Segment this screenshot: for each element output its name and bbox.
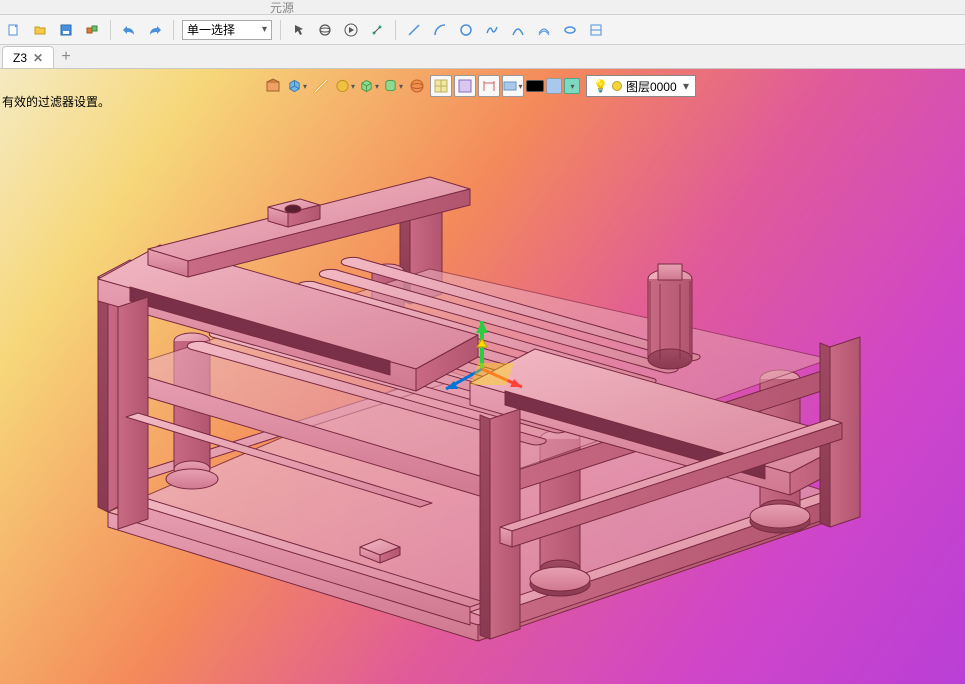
selection-mode-label: 单一选择	[187, 21, 235, 38]
separator	[395, 20, 396, 40]
file-open-icon[interactable]	[30, 20, 50, 40]
selection-mode-combo[interactable]: 单一选择	[182, 20, 272, 40]
menubar-fragment: 元源	[0, 0, 965, 15]
assembly-icon[interactable]	[82, 20, 102, 40]
model-render	[0, 69, 965, 684]
tab-label: Z3	[13, 51, 27, 65]
document-tab[interactable]: Z3 ✕	[2, 46, 54, 68]
offset-icon[interactable]	[534, 20, 554, 40]
snap-icon[interactable]	[367, 20, 387, 40]
arc-icon[interactable]	[430, 20, 450, 40]
close-icon[interactable]: ✕	[33, 51, 43, 65]
orbit-icon[interactable]	[315, 20, 335, 40]
document-tabbar: Z3 ✕ +	[0, 45, 965, 69]
undo-icon[interactable]	[119, 20, 139, 40]
separator	[110, 20, 111, 40]
sketch-icon[interactable]	[586, 20, 606, 40]
separator	[173, 20, 174, 40]
ellipse-icon[interactable]	[560, 20, 580, 40]
line-icon[interactable]	[404, 20, 424, 40]
add-tab-button[interactable]: +	[54, 48, 78, 68]
circle-icon[interactable]	[456, 20, 476, 40]
viewport-3d[interactable]: 💡 图层0000 有效的过滤器设置。	[0, 69, 965, 684]
redo-icon[interactable]	[145, 20, 165, 40]
separator	[280, 20, 281, 40]
main-toolbar: 单一选择	[0, 15, 965, 45]
curve2-icon[interactable]	[508, 20, 528, 40]
save-icon[interactable]	[56, 20, 76, 40]
play-icon[interactable]	[341, 20, 361, 40]
file-new-icon[interactable]	[4, 20, 24, 40]
pointer-icon[interactable]	[289, 20, 309, 40]
menubar-label: 元源	[270, 0, 294, 16]
spline-icon[interactable]	[482, 20, 502, 40]
